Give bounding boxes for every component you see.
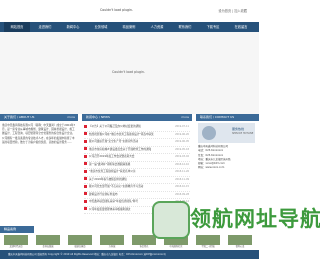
bullet-icon <box>84 184 87 188</box>
site-header: Couldn't load plugin. 设为首页 | 加入收藏 <box>0 4 259 22</box>
cases-title: 精品案例 <box>4 227 17 231</box>
bullet-icon <box>84 132 87 135</box>
watermark-mark-icon <box>152 201 190 239</box>
news-item[interactable]: 重庆市住房和城乡建设委员会关于开展检查工作的通知 2019-05-18 <box>84 147 190 154</box>
nav-item-hr[interactable]: 人力资源 <box>144 22 170 32</box>
case-image[interactable] <box>68 235 92 245</box>
news-title-bar: 新闻中心 / NEWS more <box>82 114 192 121</box>
news-item[interactable]: 关于2019年春节放假安排的通知 2018-11-09 <box>84 177 190 184</box>
footer-text: 重庆中天鑫鸿科技有限公司 版权所有 Copyright © 2019 All R… <box>8 253 166 256</box>
bullet-icon <box>84 177 87 180</box>
case-card[interactable]: 龙湖时代天街 <box>4 235 28 249</box>
bullet-icon <box>84 147 87 150</box>
bullet-icon <box>84 139 87 143</box>
hotline-card: 服务热线 SERVICE HOTLINE <box>198 123 255 143</box>
plugin-notice-banner: Couldn't load plugin. <box>112 70 145 74</box>
nav-item-cases[interactable]: 精品案例 <box>116 22 142 32</box>
about-body: 重庆中天鑫鸿科技有限公司（简称：中天鑫鸿）成立于2004年7月，是一家专业从事城… <box>2 124 76 144</box>
contact-lines: 重庆中天鑫鸿科技有限公司 电话：023-6xxxxxxx 传真：023-6xxx… <box>198 145 256 171</box>
case-card[interactable]: 万科城 <box>100 235 124 249</box>
about-title-bar: 关于我们 / ABOUT US more <box>0 114 78 121</box>
plugin-notice-logo: Couldn't load plugin. <box>100 8 133 12</box>
news-item[interactable]: 【公告】关于公司搬迁及办公地址变更的通知 2019-07-11 <box>84 124 190 132</box>
about-title: 关于我们 / ABOUT US <box>4 115 35 119</box>
watermark-logo: 领航网址导航 <box>150 197 320 243</box>
cases-title-bar: 精品案例 <box>0 226 34 233</box>
bullet-icon <box>84 162 87 165</box>
case-image[interactable] <box>100 235 124 245</box>
news-more-link[interactable]: more <box>181 114 189 121</box>
case-image[interactable] <box>36 235 60 245</box>
contact-line: 网址：www.xxxx.com <box>198 166 225 170</box>
nav-item-about[interactable]: 走进我们 <box>32 22 58 32</box>
phone-icon <box>202 126 216 140</box>
nav-item-business[interactable]: 业务领域 <box>88 22 114 32</box>
nav-item-home[interactable]: 网站首页 <box>4 22 30 32</box>
news-item[interactable]: 公司召开2019年度工作会议暨表彰大会 2019-03-02 <box>84 154 190 162</box>
case-image[interactable] <box>4 235 28 245</box>
case-card[interactable]: 融创白象街 <box>68 235 92 249</box>
news-item[interactable]: 我公司党支部开展"不忘初心"主题教育学习活动 2018-10-15 <box>84 184 190 192</box>
news-item[interactable]: 第一届"鑫鸿杯"羽毛球比赛圆满落幕 2018-12-10 <box>84 162 190 169</box>
bullet-icon <box>84 192 87 195</box>
contact-title-bar: 联系我们 / CONTACT US <box>196 114 259 121</box>
news-item[interactable]: 热烈祝贺我公司在"重庆市优秀工程勘察设计"评选中获奖 2019-06-20 <box>84 132 190 139</box>
bullet-icon <box>84 199 87 203</box>
news-item[interactable]: 我公司组织开展"安全生产月"主题宣传活动 2019-06-05 <box>84 139 190 147</box>
bullet-icon <box>84 124 87 128</box>
hotline-title: 服务热线 <box>232 127 245 131</box>
hotline-subtitle: SERVICE HOTLINE <box>232 132 254 135</box>
news-title: 新闻中心 / NEWS <box>86 115 110 119</box>
bullet-icon <box>84 169 87 173</box>
news-item[interactable]: "重庆市优秀工程勘察设计"获奖名单公示 2018-11-26 <box>84 169 190 177</box>
main-nav: 网站首页 走进我们 新闻中心 业务领域 精品案例 人力资源 联系我们 下载专区 … <box>0 22 259 32</box>
util-links[interactable]: 设为首页 | 加入收藏 <box>218 8 247 13</box>
nav-item-news[interactable]: 新闻中心 <box>60 22 86 32</box>
case-card[interactable]: 金科天籁城 <box>36 235 60 249</box>
bullet-icon <box>84 207 87 210</box>
contact-title: 联系我们 / CONTACT US <box>200 115 235 119</box>
site-footer: 重庆中天鑫鸿科技有限公司 版权所有 Copyright © 2019 All R… <box>0 250 259 259</box>
bullet-icon <box>84 154 87 158</box>
hero-banner: Couldn't load plugin. <box>0 32 259 114</box>
about-section: 关于我们 / ABOUT US more 重庆中天鑫鸿科技有限公司（简称：中天鑫… <box>0 114 78 226</box>
about-more-link[interactable]: more <box>67 114 75 121</box>
nav-item-download[interactable]: 下载专区 <box>200 22 226 32</box>
nav-item-message[interactable]: 在线留言 <box>228 22 254 32</box>
nav-item-contact[interactable]: 联系我们 <box>172 22 198 32</box>
watermark-text: 领航网址导航 <box>190 207 320 231</box>
